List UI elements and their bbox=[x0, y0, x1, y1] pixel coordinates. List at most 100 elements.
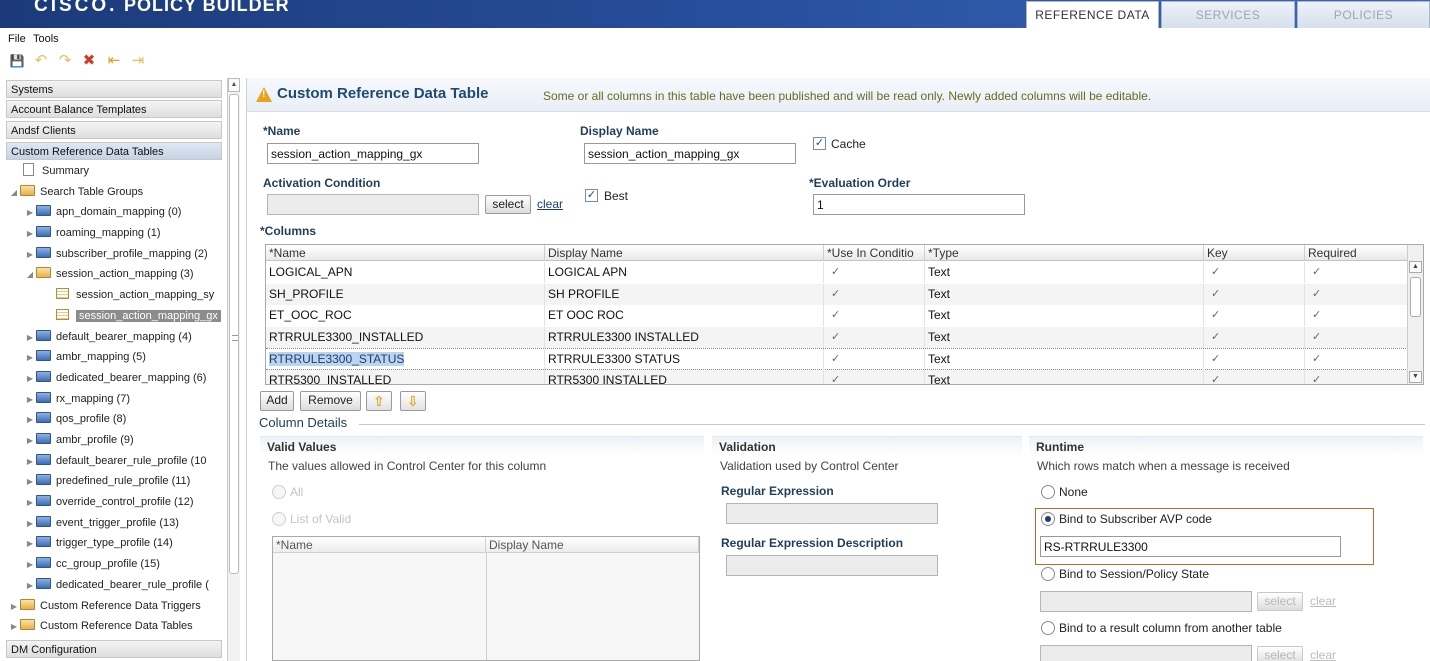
tree-tables[interactable]: ▶ Custom Reference Data Tables bbox=[8, 616, 193, 636]
back-icon[interactable]: ⇤ bbox=[105, 52, 123, 70]
table-row[interactable]: LOGICAL_APN LOGICAL APN ✓ Text ✓ ✓ bbox=[266, 262, 1408, 284]
cell-use-checkbox[interactable]: ✓ bbox=[824, 326, 925, 348]
cell-key-checkbox[interactable]: ✓ bbox=[1204, 305, 1305, 327]
cell-type[interactable]: Text bbox=[925, 305, 1204, 327]
expand-arrow-icon[interactable]: ◢ bbox=[8, 183, 20, 203]
collapsed-arrow-icon[interactable]: ▶ bbox=[24, 369, 36, 389]
tree-group-item[interactable]: ▶ predefined_rule_profile (11) bbox=[24, 471, 190, 491]
col-header-name[interactable]: *Name bbox=[266, 245, 545, 261]
tree-group-item[interactable]: ▶ dedicated_bearer_rule_profile ( bbox=[24, 575, 209, 595]
collapsed-arrow-icon[interactable]: ▶ bbox=[8, 617, 20, 637]
cell-type[interactable]: Text bbox=[925, 326, 1204, 348]
cell-name[interactable]: SH_PROFILE bbox=[266, 283, 545, 305]
cell-type[interactable]: Text bbox=[925, 283, 1204, 305]
best-checkbox[interactable]: ✓ bbox=[585, 189, 598, 202]
delete-icon[interactable]: ✖ bbox=[80, 52, 98, 70]
table-row-selected[interactable]: RTRRULE3300_STATUS RTRRULE3300 STATUS ✓ … bbox=[266, 348, 1408, 371]
collapsed-arrow-icon[interactable]: ▶ bbox=[24, 431, 36, 451]
valid-col-header-name[interactable]: *Name bbox=[273, 537, 486, 553]
cell-name[interactable]: RTRRULE3300_INSTALLED bbox=[266, 326, 545, 348]
scroll-up-icon[interactable]: ▲ bbox=[228, 78, 240, 92]
radio-bind-session-policy-state[interactable] bbox=[1041, 567, 1055, 581]
table-row[interactable]: RTR5300_INSTALLED RTR5300 INSTALLED ✓ Te… bbox=[266, 370, 1408, 384]
session-select-button[interactable]: select bbox=[1257, 592, 1303, 611]
result-clear-link[interactable]: clear bbox=[1310, 648, 1336, 661]
session-clear-link[interactable]: clear bbox=[1310, 594, 1336, 608]
cell-display[interactable]: SH PROFILE bbox=[545, 283, 824, 305]
nav-account-balance-templates[interactable]: Account Balance Templates bbox=[6, 100, 222, 118]
scroll-up-icon[interactable]: ▲ bbox=[1409, 261, 1422, 273]
cell-type[interactable]: Text bbox=[925, 349, 1204, 371]
nav-custom-reference-data-tables[interactable]: Custom Reference Data Tables bbox=[6, 142, 222, 160]
cell-display[interactable]: RTR5300 INSTALLED bbox=[545, 370, 824, 384]
cell-use-checkbox[interactable]: ✓ bbox=[824, 283, 925, 305]
cell-display[interactable]: LOGICAL APN bbox=[545, 262, 824, 283]
remove-column-button[interactable]: Remove bbox=[300, 391, 361, 411]
tree-group-item[interactable]: ▶ rx_mapping (7) bbox=[24, 389, 130, 409]
cell-name[interactable]: LOGICAL_APN bbox=[266, 262, 545, 283]
tree-search-table-groups[interactable]: ◢ Search Table Groups bbox=[8, 182, 143, 202]
tree-group-item[interactable]: ▶ ambr_mapping (5) bbox=[24, 347, 146, 367]
expand-arrow-icon[interactable]: ◢ bbox=[24, 265, 36, 285]
scroll-down-icon[interactable]: ▼ bbox=[1409, 371, 1422, 383]
cell-required-checkbox[interactable]: ✓ bbox=[1305, 305, 1408, 327]
cell-key-checkbox[interactable]: ✓ bbox=[1204, 283, 1305, 305]
radio-list-of-valid[interactable] bbox=[272, 512, 286, 526]
cell-key-checkbox[interactable]: ✓ bbox=[1204, 326, 1305, 348]
col-header-type[interactable]: *Type bbox=[925, 245, 1204, 261]
cell-use-checkbox[interactable]: ✓ bbox=[824, 262, 925, 283]
regex-description-input[interactable] bbox=[726, 555, 938, 576]
cell-name[interactable]: ET_OOC_ROC bbox=[266, 305, 545, 327]
activation-select-button[interactable]: select bbox=[485, 195, 531, 214]
collapsed-arrow-icon[interactable]: ▶ bbox=[24, 452, 36, 472]
radio-bind-result-column[interactable] bbox=[1041, 621, 1055, 635]
collapsed-arrow-icon[interactable]: ▶ bbox=[24, 410, 36, 430]
cell-display[interactable]: RTRRULE3300 INSTALLED bbox=[545, 326, 824, 348]
tree-summary[interactable]: Summary bbox=[10, 161, 89, 181]
tree-group-item[interactable]: ▶ apn_domain_mapping (0) bbox=[24, 202, 181, 222]
collapsed-arrow-icon[interactable]: ▶ bbox=[24, 328, 36, 348]
menu-file[interactable]: File bbox=[8, 33, 26, 45]
collapsed-arrow-icon[interactable]: ▶ bbox=[24, 555, 36, 575]
display-name-input[interactable] bbox=[584, 143, 796, 164]
tree-group-item[interactable]: ▶ cc_group_profile (15) bbox=[24, 554, 160, 574]
cell-name[interactable]: RTR5300_INSTALLED bbox=[266, 370, 545, 384]
cell-required-checkbox[interactable]: ✓ bbox=[1305, 283, 1408, 305]
col-header-display-name[interactable]: Display Name bbox=[545, 245, 824, 261]
radio-all[interactable] bbox=[272, 485, 286, 499]
tab-services[interactable]: SERVICES bbox=[1161, 1, 1295, 28]
collapsed-arrow-icon[interactable]: ▶ bbox=[24, 348, 36, 368]
cell-type[interactable]: Text bbox=[925, 370, 1204, 384]
scrollbar-thumb[interactable] bbox=[229, 94, 239, 574]
cell-use-checkbox[interactable]: ✓ bbox=[824, 349, 925, 371]
tree-group-item[interactable]: ▶ roaming_mapping (1) bbox=[24, 223, 161, 243]
result-select-button[interactable]: select bbox=[1257, 646, 1303, 661]
nav-andsf-clients[interactable]: Andsf Clients bbox=[6, 121, 222, 139]
collapsed-arrow-icon[interactable]: ▶ bbox=[24, 203, 36, 223]
avp-code-input[interactable] bbox=[1040, 536, 1341, 557]
cell-required-checkbox[interactable]: ✓ bbox=[1305, 349, 1408, 371]
result-column-input[interactable] bbox=[1040, 645, 1252, 661]
tree-leaf[interactable]: session_action_mapping_sy bbox=[56, 285, 214, 305]
cell-display[interactable]: ET OOC ROC bbox=[545, 305, 824, 327]
tree-group-item[interactable]: ▶ dedicated_bearer_mapping (6) bbox=[24, 368, 206, 388]
move-up-icon[interactable]: ⇧ bbox=[366, 391, 392, 411]
radio-none[interactable] bbox=[1041, 485, 1055, 499]
cell-key-checkbox[interactable]: ✓ bbox=[1204, 349, 1305, 371]
col-header-use-in-condition[interactable]: *Use In Conditio bbox=[824, 245, 925, 261]
name-input[interactable] bbox=[267, 143, 479, 164]
collapsed-arrow-icon[interactable]: ▶ bbox=[24, 493, 36, 513]
cell-display[interactable]: RTRRULE3300 STATUS bbox=[545, 349, 824, 371]
cell-required-checkbox[interactable]: ✓ bbox=[1305, 262, 1408, 283]
move-down-icon[interactable]: ⇩ bbox=[400, 391, 426, 411]
cell-use-checkbox[interactable]: ✓ bbox=[824, 370, 925, 384]
col-header-required[interactable]: Required bbox=[1305, 245, 1408, 261]
tab-reference-data[interactable]: REFERENCE DATA bbox=[1026, 1, 1159, 28]
table-row[interactable]: RTRRULE3300_INSTALLED RTRRULE3300 INSTAL… bbox=[266, 326, 1408, 349]
activation-clear-link[interactable]: clear bbox=[537, 197, 563, 211]
tree-group-item[interactable]: ◢ session_action_mapping (3) bbox=[24, 264, 194, 284]
tree-group-item[interactable]: ▶ subscriber_profile_mapping (2) bbox=[24, 244, 208, 264]
session-state-input[interactable] bbox=[1040, 591, 1252, 612]
radio-bind-subscriber-avp[interactable] bbox=[1041, 512, 1055, 526]
tree-group-item[interactable]: ▶ event_trigger_profile (13) bbox=[24, 513, 179, 533]
